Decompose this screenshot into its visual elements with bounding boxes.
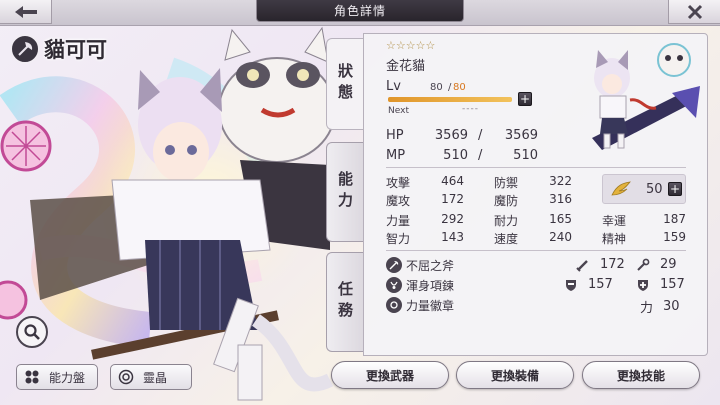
cross-icon — [636, 278, 650, 292]
axe-icon — [10, 34, 40, 64]
tab-mission[interactable]: 任務 — [326, 252, 364, 352]
equip-weapon-name: 不屈之斧 — [406, 258, 455, 273]
mp-slash: / — [478, 148, 483, 163]
tab-status[interactable]: 狀態 — [326, 38, 364, 130]
equip-weapon[interactable]: 不屈之斧 — [386, 256, 454, 274]
necklace-icon — [386, 277, 402, 293]
hp-slash: / — [478, 128, 483, 143]
spirit-crystal-button[interactable]: 靈晶 — [110, 364, 192, 390]
stat-def-value: 322 — [549, 174, 572, 188]
hp-max: 3569 — [504, 128, 538, 143]
back-arrow-icon — [14, 5, 37, 18]
mp-label: MP — [386, 148, 406, 163]
bonus-shield-value: 157 — [588, 277, 613, 292]
search-icon — [24, 324, 40, 340]
bonus-shield: 157 — [564, 277, 613, 292]
stat-spd-value: 240 — [549, 230, 572, 244]
stat-spirit-label: 精神 — [602, 232, 627, 246]
level-slash: / — [448, 82, 452, 93]
back-button[interactable] — [0, 0, 52, 24]
change-skill-button[interactable]: 更換技能 — [582, 361, 700, 389]
stat-spd-label: 速度 — [494, 232, 519, 246]
change-weapon-button[interactable]: 更換武器 — [331, 361, 449, 389]
stat-str-value: 292 — [441, 212, 464, 226]
stat-str-label: 力量 — [386, 214, 411, 228]
mp-max: 510 — [513, 148, 538, 163]
equip-accessory[interactable]: 力量徽章 — [386, 296, 454, 314]
page-title: 角色詳情 — [256, 0, 464, 22]
hp-label: HP — [386, 128, 404, 143]
name-plate: 貓可可 — [10, 33, 107, 65]
stat-matk-value: 172 — [441, 192, 464, 206]
rarity-stars: ☆☆☆☆☆ — [386, 39, 436, 52]
grid-icon — [23, 368, 41, 386]
bonus-power-label: 力 — [640, 301, 654, 316]
bonus-power-value: 30 — [663, 299, 680, 314]
stat-atk-label: 攻擊 — [386, 176, 411, 190]
character-name: 貓可可 — [44, 37, 107, 62]
stat-end-value: 165 — [549, 212, 572, 226]
shield-icon — [564, 278, 578, 292]
stat-end-label: 耐力 — [494, 214, 519, 228]
wing-icon — [611, 181, 631, 196]
ability-board-button[interactable]: 能力盤 — [16, 364, 98, 390]
stat-int-label: 智力 — [386, 232, 411, 246]
equip-accessory-name: 力量徽章 — [406, 298, 455, 313]
equip-armor[interactable]: 渾身項鍊 — [386, 276, 454, 294]
stat-matk-label: 魔攻 — [386, 194, 411, 208]
spirit-crystal-label: 靈晶 — [143, 370, 168, 385]
close-icon — [687, 4, 702, 19]
level-max: 80 — [453, 82, 466, 93]
divider — [386, 167, 686, 168]
stat-luck-label: 幸運 — [602, 214, 627, 228]
bonus-power: 力 30 — [640, 297, 680, 316]
ability-board-label: 能力盤 — [49, 370, 86, 385]
mp-current: 510 — [443, 148, 468, 163]
next-label: Next — [388, 106, 409, 116]
crystal-icon — [117, 368, 135, 386]
status-panel: ☆☆☆☆☆ 金花貓 Lv 80 / 80 + Next ---- HP 3569… — [363, 33, 708, 356]
stat-mdef-value: 316 — [549, 192, 572, 206]
axe-icon — [386, 257, 402, 273]
wing-points-value: 50 — [646, 182, 663, 197]
tab-mission-label: 任務 — [336, 281, 354, 323]
exp-bar — [388, 97, 512, 102]
staff-icon — [636, 258, 650, 272]
change-equipment-button[interactable]: 更換裝備 — [456, 361, 574, 389]
bonus-staff: 29 — [636, 257, 677, 272]
tab-ability-label: 能力 — [336, 171, 354, 213]
badge-icon — [386, 297, 402, 313]
bonus-cross: 157 — [636, 277, 685, 292]
equip-armor-name: 渾身項鍊 — [406, 278, 455, 293]
divider — [386, 250, 686, 251]
sword-icon — [576, 258, 590, 272]
exp-bar-fill — [388, 97, 512, 102]
bonus-staff-value: 29 — [660, 257, 677, 272]
level-current: 80 — [430, 82, 443, 93]
stat-spirit-value: 159 — [663, 230, 686, 244]
wing-points-box: 50 + — [602, 174, 686, 204]
tab-status-label: 狀態 — [336, 63, 354, 105]
level-label: Lv — [386, 79, 401, 94]
bonus-sword-value: 172 — [600, 257, 625, 272]
close-button[interactable] — [668, 0, 720, 24]
next-value: ---- — [462, 104, 479, 114]
stat-luck-value: 187 — [663, 212, 686, 226]
species-label: 金花貓 — [386, 59, 426, 74]
wing-plus-button[interactable]: + — [668, 182, 682, 196]
level-up-button[interactable]: + — [518, 92, 532, 106]
chibi-portrait — [572, 38, 704, 154]
bonus-sword: 172 — [576, 257, 625, 272]
stat-atk-value: 464 — [441, 174, 464, 188]
stat-int-value: 143 — [441, 230, 464, 244]
stat-mdef-label: 魔防 — [494, 194, 519, 208]
stat-def-label: 防禦 — [494, 176, 519, 190]
tab-ability[interactable]: 能力 — [326, 142, 364, 242]
zoom-button[interactable] — [16, 316, 48, 348]
hp-current: 3569 — [434, 128, 468, 143]
bonus-cross-value: 157 — [660, 277, 685, 292]
